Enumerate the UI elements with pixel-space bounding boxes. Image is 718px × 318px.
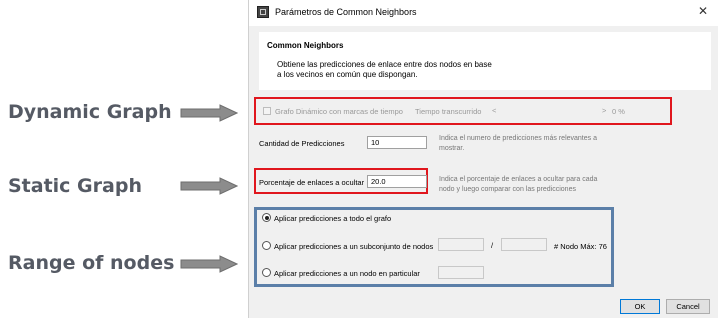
ok-button[interactable]: OK — [620, 299, 660, 314]
hide-percentage-label: Porcentaje de enlaces a ocultar — [259, 178, 365, 187]
app-icon — [257, 6, 269, 18]
arrow-right-icon — [180, 177, 238, 195]
option-single-node-label: Aplicar predicciones a un nodo en partic… — [274, 269, 420, 278]
title-bar: Parámetros de Common Neighbors ✕ — [249, 0, 718, 26]
dynamic-graph-checkbox[interactable] — [263, 107, 271, 115]
hide-percentage-input[interactable]: 20.0 — [367, 175, 427, 188]
arrow-right-icon — [180, 104, 238, 122]
predictions-count-input[interactable]: 10 — [367, 136, 427, 149]
single-node-input[interactable] — [438, 266, 484, 279]
option-all-graph-label: Aplicar predicciones a todo el grafo — [274, 214, 392, 223]
panel-title: Common Neighbors — [267, 41, 344, 50]
hide-percentage-help: Indica el porcentaje de enlaces a oculta… — [439, 176, 598, 193]
predictions-count-help: Indica el numero de predicciones más rel… — [439, 135, 597, 152]
panel-description: Obtiene las predicciones de enlace entre… — [277, 60, 492, 79]
slider-left-arrow[interactable]: < — [492, 106, 496, 115]
option-node-subset-label: Aplicar predicciones a un subconjunto de… — [274, 242, 434, 251]
window-title: Parámetros de Common Neighbors — [275, 7, 417, 17]
radio-all-graph[interactable] — [262, 213, 271, 222]
radio-node-subset[interactable] — [262, 241, 271, 250]
annotation-static-graph: Static Graph — [8, 175, 142, 197]
annotation-range-of-nodes: Range of nodes — [8, 252, 175, 274]
radio-single-node[interactable] — [262, 268, 271, 277]
subset-separator: / — [491, 241, 494, 250]
dynamic-graph-label: Grafo Dinámico con marcas de tiempo — [275, 107, 403, 116]
elapsed-time-label: Tiempo transcurrido — [415, 107, 482, 116]
subset-end-input[interactable] — [501, 238, 547, 251]
arrow-right-icon — [180, 255, 238, 273]
close-icon[interactable]: ✕ — [698, 4, 708, 18]
cancel-button[interactable]: Cancel — [666, 299, 710, 314]
slider-right-arrow[interactable]: > — [602, 106, 606, 115]
predictions-count-label: Cantidad de Predicciones — [259, 139, 345, 148]
parameters-dialog: Parámetros de Common Neighbors ✕ Common … — [248, 0, 718, 318]
header-panel: Common Neighbors Obtiene las prediccione… — [259, 32, 711, 90]
max-node-label: # Nodo Máx: 76 — [554, 242, 607, 251]
elapsed-percent: 0 % — [612, 107, 625, 116]
annotation-dynamic-graph: Dynamic Graph — [8, 101, 172, 123]
subset-start-input[interactable] — [438, 238, 484, 251]
